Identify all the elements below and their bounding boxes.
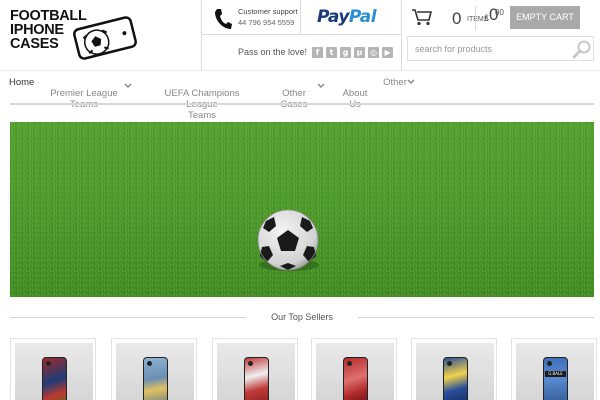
product-image	[316, 343, 394, 400]
top-sellers-heading: Our Top Sellers	[271, 312, 333, 322]
product-card[interactable]	[311, 338, 397, 400]
nav-item-home[interactable]: Home	[9, 77, 34, 88]
phone-icon	[215, 9, 232, 29]
product-card[interactable]	[212, 338, 298, 400]
cart-total-pence: 00	[495, 8, 504, 17]
nav-item-other[interactable]: Other	[383, 77, 407, 88]
section-divider-right	[358, 317, 594, 318]
nav-item-about-us[interactable]: About Us	[340, 77, 370, 110]
facebook-icon[interactable]: f	[312, 46, 324, 58]
chevron-down-icon	[124, 83, 132, 88]
empty-cart-button[interactable]: EMPTY CART	[510, 6, 580, 29]
product-image	[416, 343, 494, 400]
product-card[interactable]	[411, 338, 497, 400]
product-card[interactable]	[111, 338, 197, 400]
support-title: Customer support	[238, 7, 298, 16]
site-header: FOOTBALL IPHONE CASES Customer support 4…	[0, 0, 600, 70]
paypal-logo: PayPal	[317, 7, 377, 27]
google-plus-icon[interactable]: g	[340, 46, 352, 58]
instagram-icon[interactable]: ◎	[368, 46, 380, 58]
main-nav: Home Premier League Teams UEFA Champions…	[0, 70, 600, 121]
twitter-icon[interactable]: t	[326, 46, 338, 58]
nav-item-champions-league-teams[interactable]: UEFA Champions League Teams	[152, 77, 252, 121]
product-card[interactable]	[10, 338, 96, 400]
product-image	[116, 343, 194, 400]
nav-item-other-cases[interactable]: Other Cases	[279, 77, 309, 110]
cart-icon	[412, 9, 432, 26]
support-phone-number[interactable]: 44 796 954 5559	[238, 18, 294, 27]
section-divider-left	[10, 317, 246, 318]
pinterest-icon[interactable]: p	[354, 46, 366, 58]
product-card[interactable]: G.BALE	[511, 338, 597, 400]
share-bar: Pass on the love! f t g p ◎ ▶	[238, 44, 394, 60]
nav-divider	[10, 103, 594, 105]
share-label: Pass on the love!	[238, 47, 308, 57]
search-box	[407, 36, 594, 61]
nav-item-premier-league-teams[interactable]: Premier League Teams	[50, 77, 118, 110]
chevron-down-icon	[317, 83, 325, 88]
customer-support: Customer support 44 796 954 5559	[212, 6, 298, 32]
product-image	[15, 343, 93, 400]
search-icon[interactable]	[572, 39, 592, 59]
product-image	[217, 343, 295, 400]
hero-banner-football-on-grass	[10, 122, 594, 297]
case-player-name: G.BALE	[545, 371, 566, 377]
search-input[interactable]	[408, 37, 568, 60]
chevron-down-icon	[407, 79, 415, 84]
product-image: G.BALE	[516, 343, 594, 400]
youtube-icon[interactable]: ▶	[382, 46, 394, 58]
football-icon	[257, 209, 319, 271]
cart-item-count: 0	[452, 9, 462, 28]
site-logo[interactable]: FOOTBALL IPHONE CASES	[10, 9, 137, 64]
